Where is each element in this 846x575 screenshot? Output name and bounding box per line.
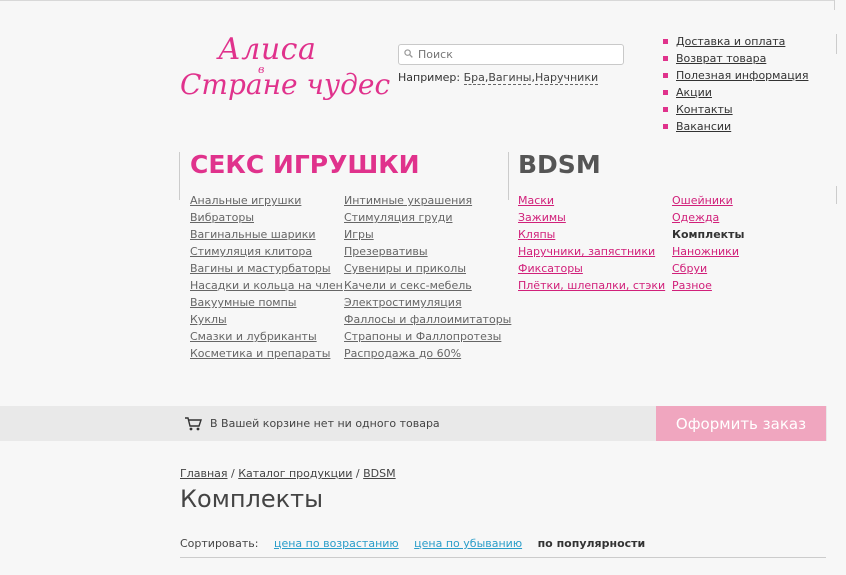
divider	[836, 34, 837, 54]
bullet-icon	[663, 39, 668, 44]
top-link-item: Контакты	[663, 103, 808, 120]
search-example-link[interactable]: Наручники	[534, 71, 599, 85]
bullet-icon	[663, 124, 668, 129]
top-border	[0, 0, 834, 1]
checkout-button[interactable]: Оформить заказ	[656, 406, 826, 441]
category-link[interactable]: Плётки, шлепалки, стэки	[518, 279, 665, 292]
cart-status-text: В Вашей корзине нет ни одного товара	[210, 417, 440, 430]
top-link-useful-info[interactable]: Полезная информация	[676, 69, 808, 82]
bullet-icon	[663, 107, 668, 112]
category-title-bdsm[interactable]: BDSM	[518, 150, 601, 179]
category-link[interactable]: Вагины и мастурбаторы	[190, 262, 331, 275]
top-link-delivery[interactable]: Доставка и оплата	[676, 35, 785, 48]
top-link-vacancies[interactable]: Вакансии	[676, 120, 731, 133]
breadcrumb-separator: /	[231, 467, 235, 480]
category-link[interactable]: Сбруи	[672, 262, 707, 275]
top-link-item: Возврат товара	[663, 52, 808, 69]
category-link[interactable]: Интимные украшения	[344, 194, 472, 207]
category-link[interactable]: Вибраторы	[190, 211, 254, 224]
divider	[834, 0, 835, 10]
category-link[interactable]: Фаллосы и фаллоимитаторы	[344, 313, 511, 326]
sort-price-asc[interactable]: цена по возрастанию	[274, 537, 399, 550]
category-link[interactable]: Одежда	[672, 211, 719, 224]
category-link[interactable]: Зажимы	[518, 211, 566, 224]
category-link[interactable]: Ошейники	[672, 194, 733, 207]
category-link[interactable]: Игры	[344, 228, 374, 241]
bullet-icon	[663, 56, 668, 61]
category-link[interactable]: Страпоны и Фаллопротезы	[344, 330, 501, 343]
divider	[836, 186, 837, 204]
top-link-item: Полезная информация	[663, 69, 808, 86]
bdsm-column-2: Ошейники Одежда Комплекты Наножники Сбру…	[672, 194, 744, 296]
sort-label: Сортировать:	[180, 537, 259, 550]
category-link[interactable]: Наножники	[672, 245, 739, 258]
category-link-active: Комплекты	[672, 228, 745, 241]
sort-bar: Сортировать: цена по возрастанию цена по…	[180, 537, 645, 550]
bdsm-column-1: Маски Зажимы Кляпы Наручники, запястники…	[518, 194, 665, 296]
divider	[180, 557, 826, 558]
top-link-contacts[interactable]: Контакты	[676, 103, 733, 116]
search-input[interactable]	[418, 47, 618, 62]
search-box[interactable]	[398, 44, 624, 65]
category-link[interactable]: Стимуляция клитора	[190, 245, 312, 258]
sex-toys-column-1: Анальные игрушки Вибраторы Вагинальные ш…	[190, 194, 343, 364]
search-examples: Например: Бра,Вагины,Наручники	[398, 71, 599, 85]
page-title: Комплекты	[180, 485, 324, 513]
cart-icon[interactable]	[185, 417, 202, 431]
top-link-item: Доставка и оплата	[663, 35, 808, 52]
breadcrumb-separator: /	[355, 467, 360, 480]
top-link-promotions[interactable]: Акции	[676, 86, 712, 99]
category-link[interactable]: Кляпы	[518, 228, 555, 241]
category-link[interactable]: Качели и секс-мебель	[344, 279, 472, 292]
category-link[interactable]: Анальные игрушки	[190, 194, 301, 207]
category-link[interactable]: Вагинальные шарики	[190, 228, 316, 241]
category-link[interactable]: Распродажа до 60%	[344, 347, 461, 360]
search-example-link[interactable]: Бра	[463, 71, 485, 85]
site-logo[interactable]: Алиса в Стране чудес	[178, 30, 390, 110]
search-example-prefix: Например:	[398, 71, 464, 84]
category-link[interactable]: Вакуумные помпы	[190, 296, 297, 309]
category-link[interactable]: Презервативы	[344, 245, 428, 258]
category-title-sex-toys[interactable]: СЕКС ИГРУШКИ	[190, 150, 420, 179]
category-link[interactable]: Электростимуляция	[344, 296, 462, 309]
top-link-item: Акции	[663, 86, 808, 103]
breadcrumb: Главная / Каталог продукции / BDSM	[180, 467, 396, 480]
sort-popularity-current: по популярности	[537, 537, 646, 550]
search-example-link[interactable]: Вагины	[488, 71, 532, 85]
category-link[interactable]: Наручники, запястники	[518, 245, 655, 258]
breadcrumb-catalog[interactable]: Каталог продукции	[238, 467, 352, 480]
search-icon	[404, 49, 413, 58]
category-link[interactable]: Косметика и препараты	[190, 347, 330, 360]
logo-line-1: Алиса	[218, 32, 317, 67]
category-link[interactable]: Сувениры и приколы	[344, 262, 466, 275]
top-link-item: Вакансии	[663, 120, 808, 137]
bullet-icon	[663, 90, 668, 95]
divider	[179, 152, 180, 200]
logo-line-3: Стране чудес	[180, 68, 391, 101]
sex-toys-column-2: Интимные украшения Стимуляция груди Игры…	[344, 194, 511, 364]
category-link[interactable]: Фиксаторы	[518, 262, 583, 275]
category-link[interactable]: Насадки и кольца на член	[190, 279, 343, 292]
divider	[508, 152, 509, 200]
bullet-icon	[663, 73, 668, 78]
category-link[interactable]: Куклы	[190, 313, 227, 326]
sort-price-desc[interactable]: цена по убыванию	[414, 537, 522, 550]
top-links-menu: Доставка и оплата Возврат товара Полезна…	[663, 35, 808, 137]
category-link[interactable]: Разное	[672, 279, 712, 292]
category-link[interactable]: Стимуляция груди	[344, 211, 452, 224]
breadcrumb-home[interactable]: Главная	[180, 467, 228, 480]
category-link[interactable]: Смазки и лубриканты	[190, 330, 317, 343]
top-link-returns[interactable]: Возврат товара	[676, 52, 766, 65]
breadcrumb-bdsm[interactable]: BDSM	[363, 467, 396, 480]
category-link[interactable]: Маски	[518, 194, 554, 207]
